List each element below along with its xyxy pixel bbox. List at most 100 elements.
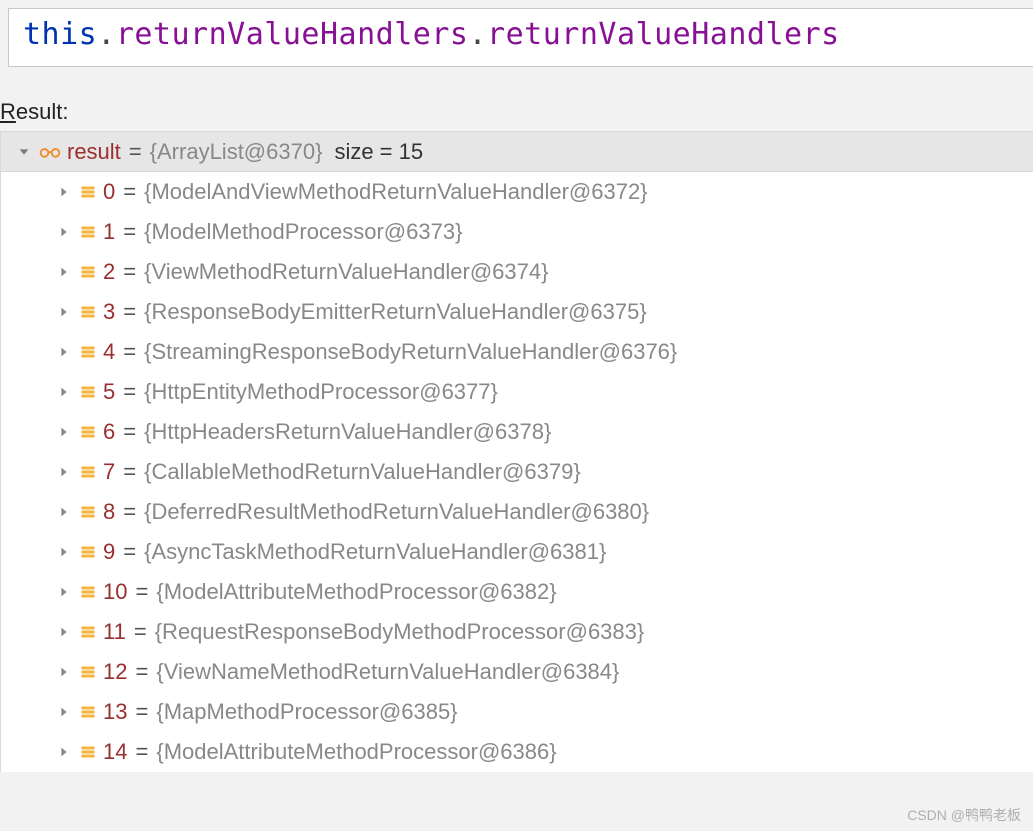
array-element-icon (79, 663, 97, 681)
array-element-icon (79, 383, 97, 401)
result-items: 0={ModelAndViewMethodReturnValueHandler@… (1, 172, 1033, 772)
array-element-icon (79, 583, 97, 601)
array-element-icon (79, 463, 97, 481)
chevron-right-icon[interactable] (55, 623, 73, 641)
list-item[interactable]: 4={StreamingResponseBodyReturnValueHandl… (1, 332, 1033, 372)
item-value: {MapMethodProcessor@6385} (156, 699, 457, 725)
list-item[interactable]: 13={MapMethodProcessor@6385} (1, 692, 1033, 732)
field-ref-1: returnValueHandlers (116, 17, 469, 52)
array-element-icon (79, 543, 97, 561)
item-value: {HttpHeadersReturnValueHandler@6378} (144, 419, 551, 445)
result-type: {ArrayList@6370} (150, 139, 323, 165)
item-index: 12 (103, 659, 127, 685)
chevron-right-icon[interactable] (55, 503, 73, 521)
item-index: 4 (103, 339, 115, 365)
array-element-icon (79, 743, 97, 761)
list-item[interactable]: 14={ModelAttributeMethodProcessor@6386} (1, 732, 1033, 772)
item-value: {ModelAttributeMethodProcessor@6386} (156, 739, 556, 765)
watch-glasses-icon (39, 141, 61, 163)
list-item[interactable]: 12={ViewNameMethodReturnValueHandler@638… (1, 652, 1033, 692)
equals-sign: = (121, 379, 138, 405)
item-index: 13 (103, 699, 127, 725)
equals-sign: = (121, 459, 138, 485)
dot: . (468, 17, 487, 52)
item-value: {DeferredResultMethodReturnValueHandler@… (144, 499, 649, 525)
item-value: {HttpEntityMethodProcessor@6377} (144, 379, 498, 405)
array-element-icon (79, 303, 97, 321)
result-size: size = 15 (334, 139, 423, 165)
array-element-icon (79, 423, 97, 441)
item-index: 5 (103, 379, 115, 405)
list-item[interactable]: 0={ModelAndViewMethodReturnValueHandler@… (1, 172, 1033, 212)
equals-sign: = (121, 499, 138, 525)
array-element-icon (79, 623, 97, 641)
equals-sign: = (133, 699, 150, 725)
chevron-right-icon[interactable] (55, 423, 73, 441)
list-item[interactable]: 3={ResponseBodyEmitterReturnValueHandler… (1, 292, 1033, 332)
result-variable-name: result (67, 139, 121, 165)
chevron-right-icon[interactable] (55, 383, 73, 401)
dot: . (97, 17, 116, 52)
list-item[interactable]: 6={HttpHeadersReturnValueHandler@6378} (1, 412, 1033, 452)
item-index: 8 (103, 499, 115, 525)
item-value: {ModelMethodProcessor@6373} (144, 219, 462, 245)
chevron-right-icon[interactable] (55, 263, 73, 281)
list-item[interactable]: 8={DeferredResultMethodReturnValueHandle… (1, 492, 1033, 532)
array-element-icon (79, 223, 97, 241)
result-tree: result = {ArrayList@6370} size = 15 0={M… (0, 131, 1033, 772)
chevron-right-icon[interactable] (55, 223, 73, 241)
array-element-icon (79, 503, 97, 521)
list-item[interactable]: 2={ViewMethodReturnValueHandler@6374} (1, 252, 1033, 292)
chevron-right-icon[interactable] (55, 543, 73, 561)
equals-sign: = (121, 339, 138, 365)
item-value: {StreamingResponseBodyReturnValueHandler… (144, 339, 677, 365)
equals-sign: = (121, 419, 138, 445)
equals-sign: = (121, 539, 138, 565)
equals-sign: = (132, 619, 149, 645)
list-item[interactable]: 9={AsyncTaskMethodReturnValueHandler@638… (1, 532, 1033, 572)
list-item[interactable]: 10={ModelAttributeMethodProcessor@6382} (1, 572, 1033, 612)
watermark: CSDN @鸭鸭老板 (907, 805, 1021, 825)
list-item[interactable]: 5={HttpEntityMethodProcessor@6377} (1, 372, 1033, 412)
equals-sign: = (121, 299, 138, 325)
equals-sign: = (127, 139, 144, 165)
equals-sign: = (121, 179, 138, 205)
chevron-right-icon[interactable] (55, 743, 73, 761)
chevron-right-icon[interactable] (55, 343, 73, 361)
chevron-right-icon[interactable] (55, 663, 73, 681)
item-value: {ModelAndViewMethodReturnValueHandler@63… (144, 179, 647, 205)
item-value: {ViewMethodReturnValueHandler@6374} (144, 259, 548, 285)
equals-sign: = (133, 659, 150, 685)
chevron-right-icon[interactable] (55, 583, 73, 601)
chevron-right-icon[interactable] (55, 703, 73, 721)
equals-sign: = (121, 219, 138, 245)
array-element-icon (79, 263, 97, 281)
chevron-right-icon[interactable] (55, 183, 73, 201)
item-value: {AsyncTaskMethodReturnValueHandler@6381} (144, 539, 606, 565)
array-element-icon (79, 343, 97, 361)
item-index: 1 (103, 219, 115, 245)
list-item[interactable]: 1={ModelMethodProcessor@6373} (1, 212, 1033, 252)
list-item[interactable]: 11={RequestResponseBodyMethodProcessor@6… (1, 612, 1033, 652)
keyword-this: this (23, 17, 97, 52)
item-value: {RequestResponseBodyMethodProcessor@6383… (155, 619, 645, 645)
item-index: 3 (103, 299, 115, 325)
item-index: 9 (103, 539, 115, 565)
equals-sign: = (121, 259, 138, 285)
item-index: 2 (103, 259, 115, 285)
chevron-right-icon[interactable] (55, 463, 73, 481)
array-element-icon (79, 183, 97, 201)
item-index: 14 (103, 739, 127, 765)
item-index: 0 (103, 179, 115, 205)
result-root-row[interactable]: result = {ArrayList@6370} size = 15 (1, 132, 1033, 172)
item-value: {ModelAttributeMethodProcessor@6382} (156, 579, 556, 605)
chevron-down-icon[interactable] (15, 143, 33, 161)
item-value: {ViewNameMethodReturnValueHandler@6384} (156, 659, 619, 685)
array-element-icon (79, 703, 97, 721)
chevron-right-icon[interactable] (55, 303, 73, 321)
result-label: Result: (0, 99, 1033, 125)
item-index: 10 (103, 579, 127, 605)
field-ref-2: returnValueHandlers (487, 17, 840, 52)
expression-input[interactable]: this.returnValueHandlers.returnValueHand… (8, 8, 1033, 67)
list-item[interactable]: 7={CallableMethodReturnValueHandler@6379… (1, 452, 1033, 492)
